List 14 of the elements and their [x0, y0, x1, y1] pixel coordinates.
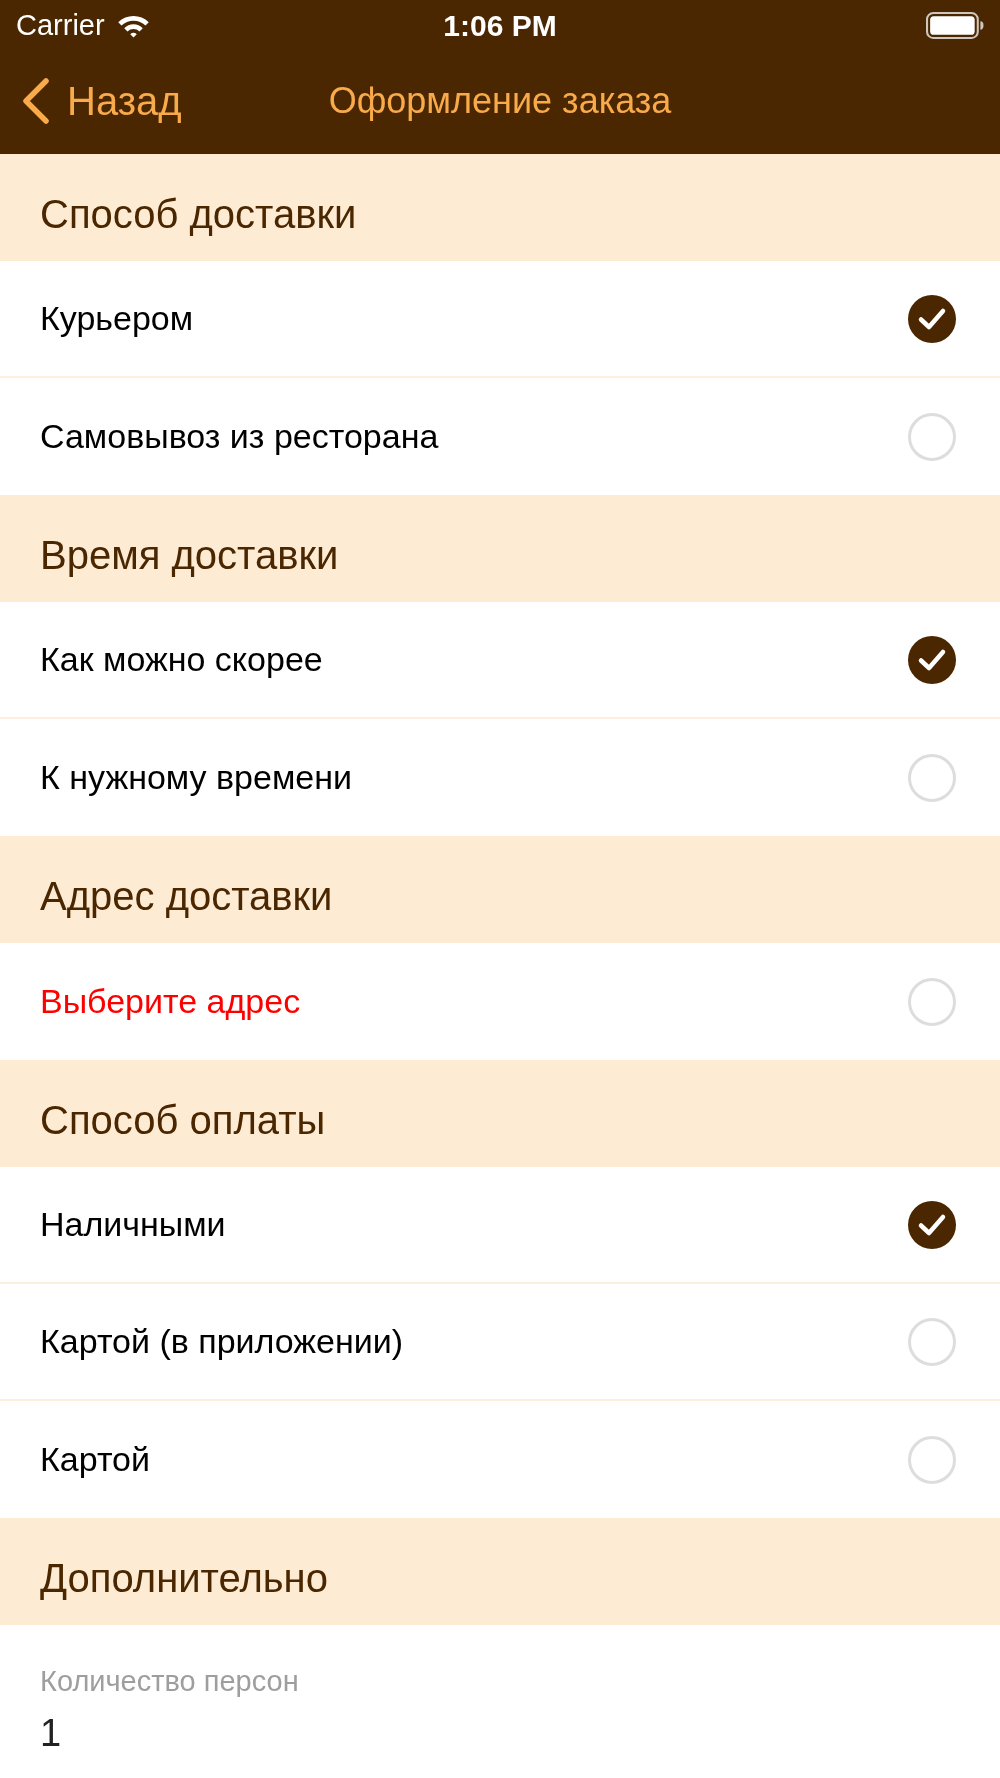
back-button[interactable]: Назад: [22, 78, 182, 124]
screen-title: Оформление заказа: [328, 80, 672, 122]
section-header: Способ доставки: [0, 154, 1000, 261]
carrier-label: Carrier: [16, 9, 105, 42]
section-header: Способ оплаты: [0, 1060, 1000, 1167]
input-field[interactable]: 1: [40, 1712, 440, 1755]
section-header: Время доставки: [0, 495, 1000, 602]
field-label: Количество персон: [40, 1665, 299, 1698]
battery-icon: [926, 12, 984, 39]
back-chevron-icon: [22, 78, 50, 124]
status-time: 1:06 PM: [443, 8, 557, 43]
section-header: Дополнительно: [0, 1518, 1000, 1625]
wifi-icon: [116, 13, 150, 38]
section-header: Адрес доставки: [0, 836, 1000, 943]
